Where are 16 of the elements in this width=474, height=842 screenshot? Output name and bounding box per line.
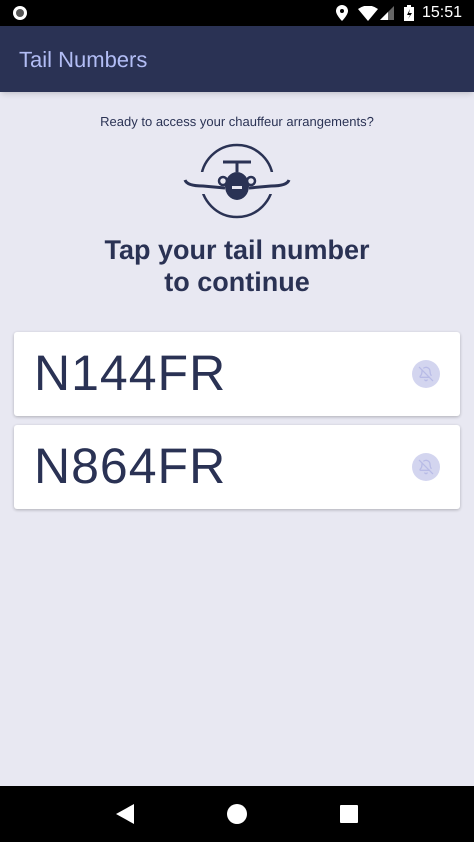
app-title: Tail Numbers bbox=[19, 46, 148, 74]
tail-number-card[interactable]: N144FR bbox=[14, 332, 460, 416]
battery-icon bbox=[404, 5, 414, 21]
airplane-icon bbox=[183, 142, 291, 220]
muted-bell-icon bbox=[412, 452, 440, 480]
heading: Tap your tail number to continue bbox=[103, 234, 371, 298]
record-icon bbox=[12, 5, 28, 21]
location-icon bbox=[336, 5, 348, 21]
tail-number-card[interactable]: N864FR bbox=[14, 424, 460, 508]
signal-icon bbox=[380, 6, 394, 20]
recents-icon[interactable] bbox=[340, 805, 358, 823]
status-time: 15:51 bbox=[422, 3, 462, 23]
muted-bell-icon bbox=[412, 360, 440, 388]
back-icon[interactable] bbox=[116, 804, 134, 824]
prompt-text: Ready to access your chauffeur arrangements? bbox=[100, 113, 374, 131]
home-icon[interactable] bbox=[226, 804, 247, 824]
